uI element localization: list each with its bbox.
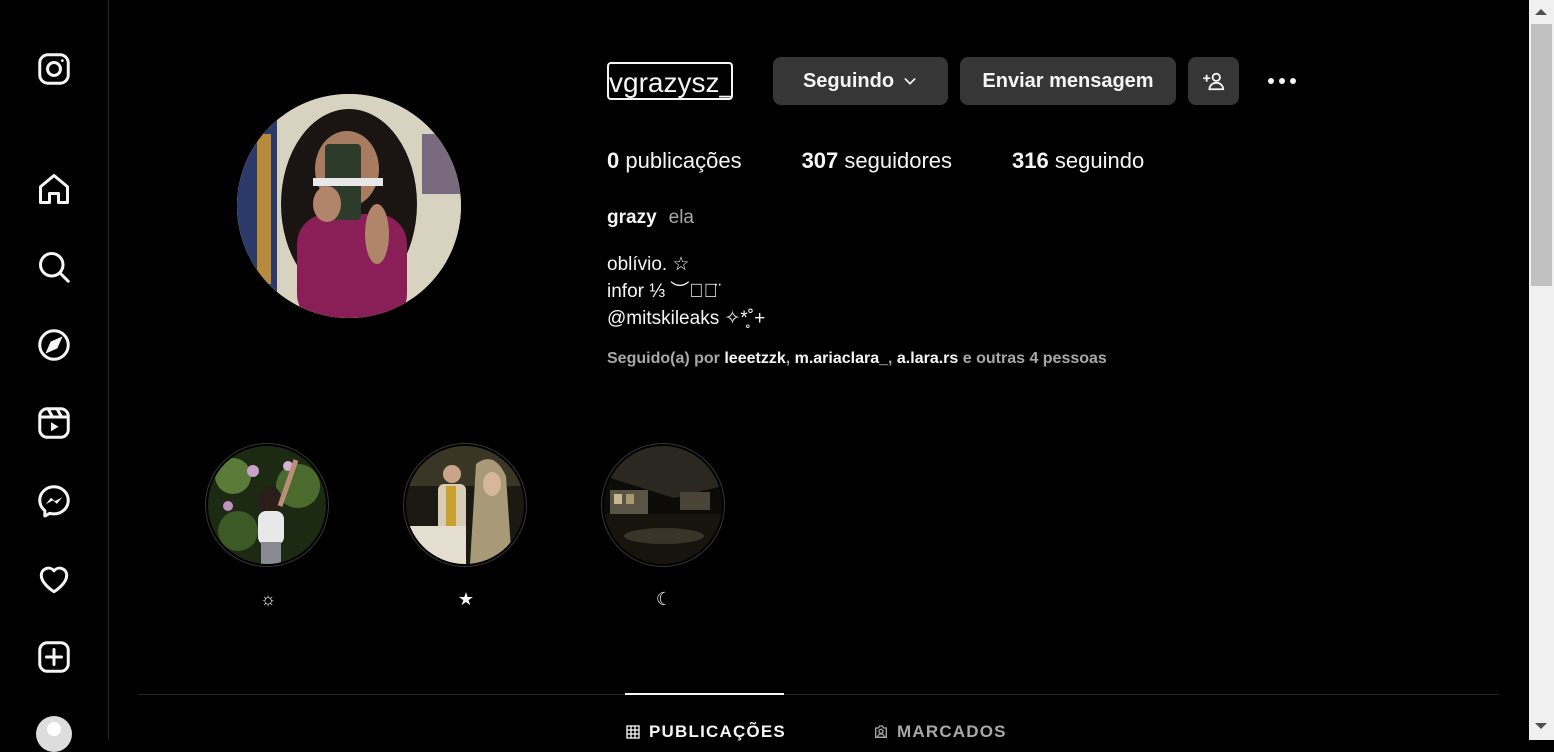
following-button[interactable]: Seguindo bbox=[773, 57, 948, 105]
scroll-down-arrow-icon[interactable] bbox=[1535, 723, 1547, 729]
more-options-icon[interactable] bbox=[1259, 64, 1305, 98]
followers-count: 307 bbox=[801, 148, 839, 173]
posts-stat[interactable]: 0 publicações bbox=[607, 148, 742, 174]
grid-icon bbox=[626, 725, 640, 739]
search-icon[interactable] bbox=[30, 243, 78, 291]
followers-stat[interactable]: 307 seguidores bbox=[802, 148, 952, 174]
followed-by-suffix: e outras 4 pessoas bbox=[962, 350, 1107, 367]
following-stat[interactable]: 316 seguindo bbox=[1012, 148, 1144, 174]
following-button-label: Seguindo bbox=[802, 69, 895, 92]
add-user-icon bbox=[1202, 72, 1224, 91]
scrollbar-thumb[interactable] bbox=[1531, 24, 1552, 286]
username-row: vgrazysz_ bbox=[607, 57, 733, 105]
follower-link[interactable]: a.lara.rs bbox=[897, 350, 958, 367]
username[interactable]: vgrazysz_ bbox=[607, 62, 733, 100]
highlight-ring bbox=[205, 443, 329, 567]
posts-label: publicações bbox=[625, 148, 742, 173]
profile-picture[interactable] bbox=[237, 94, 461, 318]
story-highlight[interactable]: ☼ bbox=[205, 443, 331, 610]
followers-label: seguidores bbox=[844, 148, 953, 173]
heart-icon[interactable] bbox=[30, 555, 78, 603]
active-tab-indicator bbox=[625, 693, 784, 695]
tab-tagged[interactable]: MARCADOS bbox=[873, 722, 1007, 742]
bio: oblívio. ☆ infor ⅓ ︶◡⃘̈ @mitskileaks ✧*̥˚+ bbox=[607, 251, 765, 332]
followed-by[interactable]: Seguido(a) por leeetzzk, m.ariaclara_, a… bbox=[607, 350, 1107, 368]
send-message-button[interactable]: Enviar mensagem bbox=[960, 57, 1176, 105]
send-message-label: Enviar mensagem bbox=[982, 69, 1154, 92]
pronouns: ela bbox=[668, 207, 694, 228]
following-label: seguindo bbox=[1054, 148, 1145, 173]
story-highlight[interactable]: ★ bbox=[403, 443, 529, 610]
profile-main: vgrazysz_ Seguindo Enviar mensagem 0 pub… bbox=[109, 0, 1528, 742]
tab-posts[interactable]: PUBLICAÇÕES bbox=[625, 722, 786, 742]
chevron-down-icon bbox=[904, 78, 916, 85]
highlight-cover bbox=[604, 446, 722, 564]
highlight-label: ☼ bbox=[259, 589, 277, 609]
story-highlight[interactable]: ☾ bbox=[601, 443, 727, 610]
highlight-cover bbox=[208, 446, 326, 564]
posts-count: 0 bbox=[607, 148, 620, 173]
instagram-logo-icon[interactable] bbox=[30, 45, 78, 93]
tab-tagged-label: MARCADOS bbox=[897, 722, 1007, 741]
tagged-icon bbox=[875, 725, 887, 738]
follower-link[interactable]: leeetzzk bbox=[724, 350, 785, 367]
followed-by-prefix: Seguido(a) por bbox=[607, 350, 720, 367]
highlight-ring bbox=[601, 443, 725, 567]
messenger-icon[interactable] bbox=[30, 477, 78, 525]
full-name: grazy bbox=[607, 207, 657, 228]
explore-icon[interactable] bbox=[30, 321, 78, 369]
bio-line[interactable]: @mitskileaks ✧*̥˚+ bbox=[607, 305, 765, 332]
bio-line: infor ⅓ ︶◡⃘̈ bbox=[607, 281, 718, 302]
tabs-divider bbox=[138, 694, 1499, 695]
tab-posts-label: PUBLICAÇÕES bbox=[649, 722, 786, 741]
scroll-up-arrow-icon[interactable] bbox=[1535, 9, 1547, 15]
left-sidebar bbox=[0, 0, 109, 752]
following-count: 316 bbox=[1012, 148, 1049, 173]
follower-link[interactable]: m.ariaclara_ bbox=[795, 350, 888, 367]
name-row: grazy ela bbox=[607, 207, 694, 229]
highlight-label: ★ bbox=[457, 589, 475, 609]
highlight-cover bbox=[406, 446, 524, 564]
reels-icon[interactable] bbox=[30, 399, 78, 447]
profile-stats: 0 publicações 307 seguidores 316 seguind… bbox=[607, 148, 1204, 174]
home-icon[interactable] bbox=[30, 165, 78, 213]
bio-line: oblívio. ☆ bbox=[607, 254, 690, 275]
highlight-label: ☾ bbox=[655, 589, 673, 609]
suggest-users-button[interactable] bbox=[1188, 57, 1239, 105]
create-icon[interactable] bbox=[30, 633, 78, 681]
profile-avatar[interactable] bbox=[36, 716, 72, 752]
highlight-ring bbox=[403, 443, 527, 567]
